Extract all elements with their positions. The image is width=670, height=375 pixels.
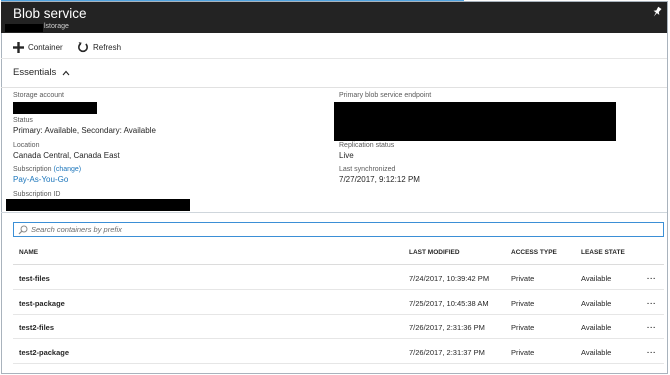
add-container-button[interactable]: Container xyxy=(13,39,63,55)
endpoint-label: Primary blob service endpoint xyxy=(339,92,432,99)
table-row[interactable]: test2-package 7/26/2017, 2:31:37 PM Priv… xyxy=(13,340,664,364)
redacted-subscription-id xyxy=(6,199,190,211)
access-type-cell: Private xyxy=(511,348,535,357)
last-sync-field: Last synchronized 7/27/2017, 9:12:12 PM xyxy=(339,166,420,184)
column-header-last-modified[interactable]: LAST MODIFIED xyxy=(409,249,460,256)
column-header-name[interactable]: NAME xyxy=(19,249,38,256)
location-value: Canada Central, Canada East xyxy=(13,151,120,160)
search-icon xyxy=(18,225,28,234)
more-options-icon[interactable]: ... xyxy=(647,272,656,281)
pin-icon[interactable] xyxy=(652,6,662,18)
essentials-divider xyxy=(1,87,667,88)
subscription-field: Subscription (change) Pay-As-You-Go xyxy=(13,166,81,184)
status-value: Primary: Available, Secondary: Available xyxy=(13,126,156,135)
replication-label: Replication status xyxy=(339,142,395,149)
storage-account-field: Storage account xyxy=(13,92,64,99)
endpoint-field: Primary blob service endpoint xyxy=(339,92,431,99)
refresh-label: Refresh xyxy=(93,42,122,52)
last-sync-value: 7/27/2017, 9:12:12 PM xyxy=(339,175,420,184)
storage-account-label: Storage account xyxy=(13,92,64,99)
redacted-account-name xyxy=(5,24,43,32)
subscription-value-link[interactable]: Pay-As-You-Go xyxy=(13,175,81,184)
essentials-title: Essentials xyxy=(13,67,57,78)
table-row[interactable]: test-package 7/25/2017, 10:45:38 AM Priv… xyxy=(13,291,664,315)
section-divider xyxy=(1,212,667,213)
command-bar: Container Refresh xyxy=(1,34,667,59)
container-name: test2-files xyxy=(19,323,55,332)
redacted-endpoint xyxy=(334,102,616,141)
lease-state-cell: Available xyxy=(581,299,612,308)
location-label: Location xyxy=(13,142,40,149)
search-input[interactable] xyxy=(31,225,631,234)
last-sync-label: Last synchronized xyxy=(339,166,396,173)
essentials-toggle[interactable]: Essentials xyxy=(13,67,70,78)
lease-state-cell: Available xyxy=(581,323,612,332)
subscription-label: Subscription xyxy=(13,166,52,173)
replication-value: Live xyxy=(339,151,354,160)
more-options-icon[interactable]: ... xyxy=(647,297,656,306)
blade-title: Blob service xyxy=(13,6,87,21)
search-box[interactable] xyxy=(13,222,664,237)
container-name: test-files xyxy=(19,274,50,283)
access-type-cell: Private xyxy=(511,299,535,308)
more-options-icon[interactable]: ... xyxy=(647,346,656,355)
change-subscription-link[interactable]: (change) xyxy=(53,166,81,173)
container-name: test2-package xyxy=(19,348,70,357)
last-modified-cell: 7/25/2017, 10:45:38 AM xyxy=(409,299,489,308)
table-header: NAME LAST MODIFIED ACCESS TYPE LEASE STA… xyxy=(13,241,664,265)
replication-field: Replication status Live xyxy=(339,142,394,160)
plus-icon xyxy=(13,41,24,53)
column-header-access-type[interactable]: ACCESS TYPE xyxy=(511,249,557,256)
subscription-label-row: Subscription (change) xyxy=(13,166,81,173)
table-row[interactable]: test2-files 7/26/2017, 2:31:36 PM Privat… xyxy=(13,315,664,339)
refresh-icon xyxy=(78,42,88,53)
container-name: test-package xyxy=(19,299,65,308)
last-modified-cell: 7/24/2017, 10:39:42 PM xyxy=(409,274,490,283)
last-modified-cell: 7/26/2017, 2:31:36 PM xyxy=(409,323,485,332)
refresh-button[interactable]: Refresh xyxy=(77,39,121,55)
lease-state-cell: Available xyxy=(581,274,612,283)
blade-header: Blob service lstorage xyxy=(1,2,667,33)
more-options-icon[interactable]: ... xyxy=(647,321,656,330)
status-label: Status xyxy=(13,117,33,124)
chevron-up-icon xyxy=(62,70,70,75)
redacted-storage-account xyxy=(13,102,97,114)
last-modified-cell: 7/26/2017, 2:31:37 PM xyxy=(409,348,485,357)
lease-state-cell: Available xyxy=(581,348,612,357)
location-field: Location Canada Central, Canada East xyxy=(13,142,120,160)
status-field: Status Primary: Available, Secondary: Av… xyxy=(13,117,156,135)
access-type-cell: Private xyxy=(511,274,535,283)
blade-subtitle: lstorage xyxy=(44,23,69,30)
access-type-cell: Private xyxy=(511,323,535,332)
add-container-label: Container xyxy=(28,42,63,52)
subscription-id-field: Subscription ID xyxy=(13,191,60,198)
table-row[interactable]: test-files 7/24/2017, 10:39:42 PM Privat… xyxy=(13,266,664,290)
subscription-id-label: Subscription ID xyxy=(13,191,61,198)
column-header-lease-state[interactable]: LEASE STATE xyxy=(581,249,625,256)
